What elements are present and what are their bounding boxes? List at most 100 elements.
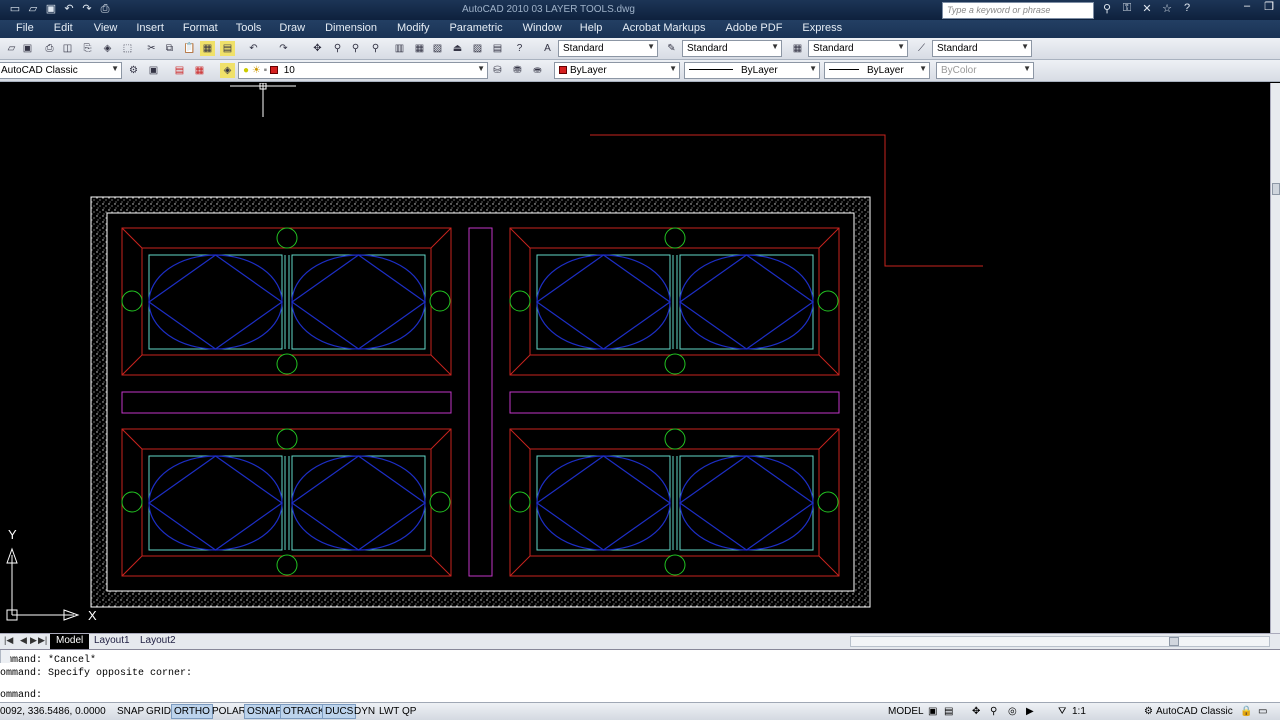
status-toggle-osnap[interactable]: OSNAP: [244, 704, 286, 719]
status-toggle-qp[interactable]: QP: [399, 704, 419, 719]
color-combo[interactable]: ByLayer ▼: [554, 62, 680, 79]
menu-format[interactable]: Format: [183, 20, 218, 38]
tab-model[interactable]: Model: [50, 634, 90, 649]
x-communication-icon[interactable]: ✕: [1140, 2, 1154, 15]
binoculars-icon[interactable]: ⚲: [1100, 2, 1114, 15]
menu-draw[interactable]: Draw: [279, 20, 305, 38]
workspace-switch-icon[interactable]: ⚙: [1144, 706, 1153, 717]
status-toggle-grid[interactable]: GRID: [143, 704, 174, 719]
workspace-settings-icon[interactable]: ⚙: [126, 63, 141, 78]
text-style-icon[interactable]: A: [540, 41, 555, 56]
menu-window[interactable]: Window: [523, 20, 562, 38]
menu-help[interactable]: Help: [580, 20, 603, 38]
open-icon[interactable]: ▱: [4, 41, 19, 56]
undo-icon[interactable]: ↶: [246, 41, 261, 56]
plot-icon[interactable]: ⎙: [42, 41, 57, 56]
menu-file[interactable]: File: [16, 20, 34, 38]
open-icon[interactable]: ▱: [26, 2, 40, 16]
quick-view-layouts-icon[interactable]: ▣: [928, 706, 937, 717]
menu-acrobat-markups[interactable]: Acrobat Markups: [622, 20, 705, 38]
layer-current-icon[interactable]: ◈: [220, 63, 235, 78]
table-style-icon[interactable]: ▦: [790, 41, 805, 56]
model-space-canvas[interactable]: Y X: [0, 82, 1270, 633]
workspace-save-icon[interactable]: ▣: [146, 63, 161, 78]
design-center-icon[interactable]: ▦: [412, 41, 427, 56]
key-icon[interactable]: ⚿: [1120, 2, 1134, 15]
zoom-previous-icon[interactable]: ⚲: [368, 41, 383, 56]
workspace-combo[interactable]: AutoCAD Classic ▼: [0, 62, 122, 79]
status-toggle-polar[interactable]: POLAR: [209, 704, 249, 719]
linetype-combo[interactable]: ByLayer ▼: [684, 62, 820, 79]
command-prompt[interactable]: ommand:: [0, 689, 42, 702]
etransmit-icon[interactable]: ⬚: [120, 41, 135, 56]
copy-icon[interactable]: ⧉: [162, 41, 177, 56]
3d-dwf-icon[interactable]: ◈: [100, 41, 115, 56]
help-icon[interactable]: ?: [512, 41, 527, 56]
save-icon[interactable]: ▣: [20, 41, 35, 56]
plot-icon[interactable]: ⎙: [98, 2, 112, 16]
tab-layout2[interactable]: Layout2: [134, 634, 182, 649]
make-object-layer-current-icon[interactable]: ⛁: [490, 63, 505, 78]
layer-previous-icon[interactable]: ⛃: [510, 63, 525, 78]
command-window[interactable]: ommand: *Cancel* ommand: Specify opposit…: [0, 649, 1280, 702]
menu-express[interactable]: Express: [802, 20, 842, 38]
text-style-combo[interactable]: Standard ▼: [558, 40, 658, 57]
model-space-button[interactable]: MODEL: [888, 706, 924, 717]
redo-icon[interactable]: ↷: [276, 41, 291, 56]
redo-icon[interactable]: ↷: [80, 2, 94, 16]
menu-insert[interactable]: Insert: [136, 20, 164, 38]
search-input[interactable]: Type a keyword or phrase: [942, 2, 1094, 19]
quick-view-drawings-icon[interactable]: ▤: [944, 706, 953, 717]
paste-icon[interactable]: 📋: [182, 41, 197, 56]
menu-edit[interactable]: Edit: [54, 20, 73, 38]
new-icon[interactable]: ▭: [8, 2, 22, 16]
markup-icon[interactable]: ▨: [470, 41, 485, 56]
annotation-scale[interactable]: 1:1: [1072, 706, 1086, 717]
vertical-scrollbar[interactable]: [1270, 83, 1280, 633]
help-icon[interactable]: ?: [1180, 2, 1194, 15]
clean-screen-icon[interactable]: ▭: [1258, 706, 1267, 717]
menu-modify[interactable]: Modify: [397, 20, 429, 38]
zoom-realtime-icon[interactable]: ⚲: [330, 41, 345, 56]
menu-view[interactable]: View: [94, 20, 118, 38]
pan-icon[interactable]: ✥: [972, 706, 980, 717]
pan-icon[interactable]: ✥: [310, 41, 325, 56]
status-toggle-otrack[interactable]: OTRACK: [280, 704, 328, 719]
command-scrollbar[interactable]: [0, 650, 10, 663]
menu-parametric[interactable]: Parametric: [449, 20, 502, 38]
star-icon[interactable]: ☆: [1160, 2, 1174, 15]
status-toggle-ortho[interactable]: ORTHO: [171, 704, 213, 719]
table-style-combo[interactable]: Standard ▼: [808, 40, 908, 57]
layer-state-icon[interactable]: ▦: [192, 63, 207, 78]
annotation-scale-icon[interactable]: ⛛: [1058, 706, 1066, 717]
scroll-thumb[interactable]: [1272, 183, 1280, 195]
plot-preview-icon[interactable]: ◫: [60, 41, 75, 56]
properties-icon[interactable]: ▥: [392, 41, 407, 56]
coordinate-readout[interactable]: 0092, 336.5486, 0.0000: [0, 706, 106, 717]
status-toggle-dyn[interactable]: DYN: [351, 704, 378, 719]
horizontal-scrollbar[interactable]: [850, 636, 1270, 647]
zoom-window-icon[interactable]: ⚲: [348, 41, 363, 56]
zoom-icon[interactable]: ⚲: [990, 706, 997, 717]
sheet-set-icon[interactable]: ⏏: [450, 41, 465, 56]
quickcalc-icon[interactable]: ▤: [490, 41, 505, 56]
last-tab-icon[interactable]: ▶|: [38, 635, 47, 646]
cut-icon[interactable]: ✂: [144, 41, 159, 56]
mleader-style-combo[interactable]: Standard ▼: [932, 40, 1032, 57]
showmotion-icon[interactable]: ▶: [1026, 706, 1034, 717]
lock-icon[interactable]: 🔒: [1240, 706, 1252, 717]
match-properties-icon[interactable]: ▦: [200, 41, 215, 56]
undo-icon[interactable]: ↶: [62, 2, 76, 16]
mleader-style-icon[interactable]: ⟋: [914, 41, 929, 56]
dim-style-icon[interactable]: ✎: [664, 41, 679, 56]
layer-properties-icon[interactable]: ▤: [172, 63, 187, 78]
block-editor-icon[interactable]: ▤: [220, 41, 235, 56]
drawing-area[interactable]: Y X: [0, 82, 1270, 633]
layer-combo[interactable]: ● ☀ ▪ 10 ▼: [238, 62, 488, 79]
restore-icon[interactable]: ❐: [1262, 0, 1276, 13]
lineweight-combo[interactable]: ByLayer ▼: [824, 62, 930, 79]
scroll-thumb[interactable]: [1169, 637, 1179, 646]
tool-palettes-icon[interactable]: ▧: [430, 41, 445, 56]
prev-tab-icon[interactable]: ◀: [20, 635, 27, 646]
workspace-switch[interactable]: AutoCAD Classic: [1156, 706, 1233, 717]
